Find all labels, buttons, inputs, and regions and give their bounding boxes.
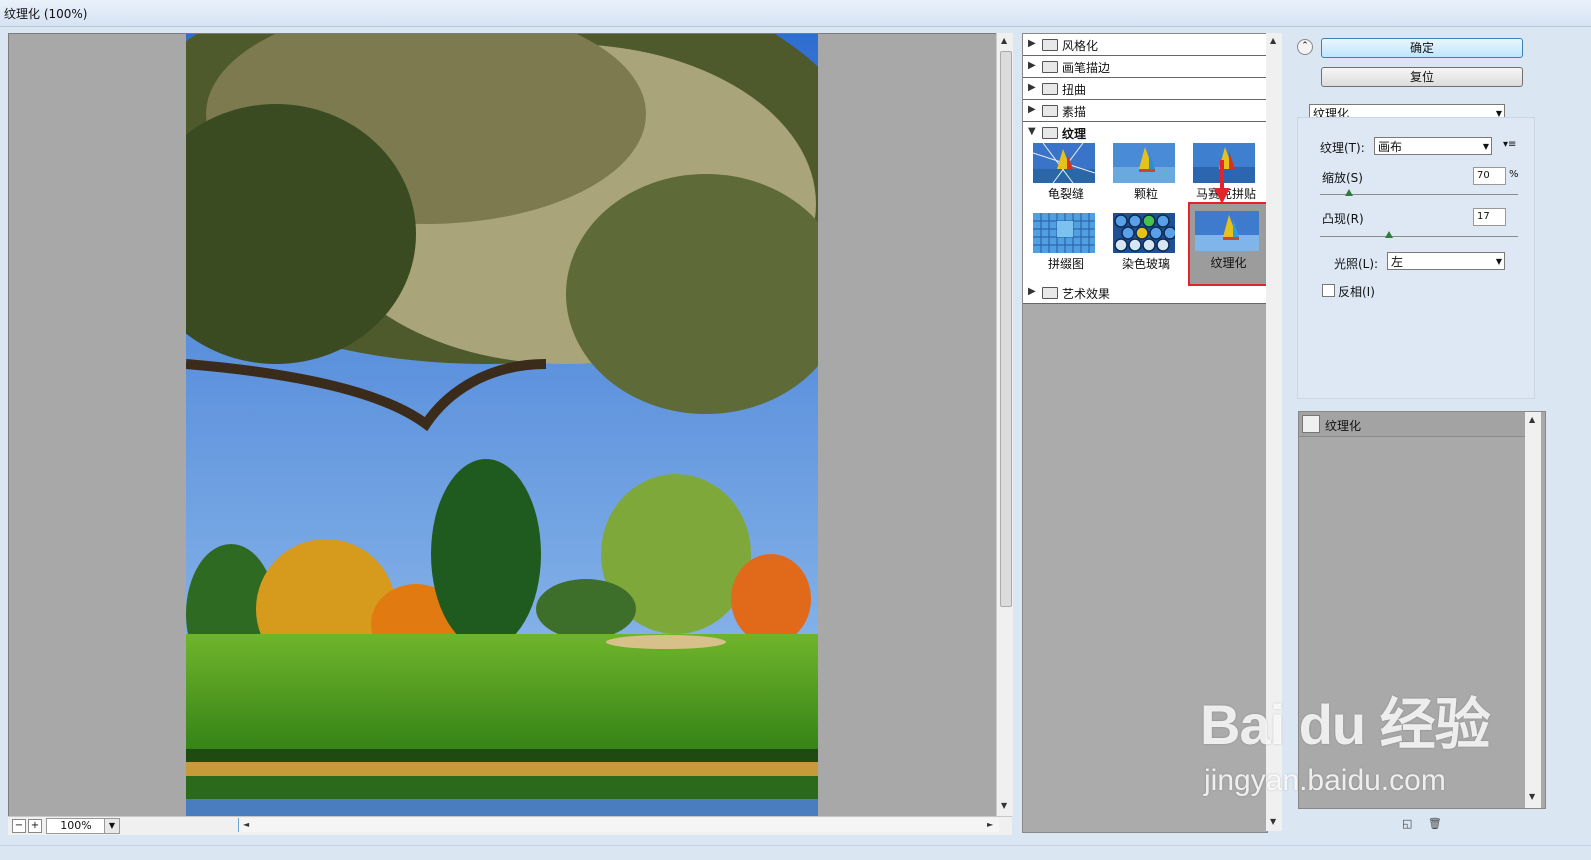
relief-slider-track[interactable] [1320, 236, 1518, 237]
folder-icon [1042, 287, 1058, 299]
title-bar: 纹理化 (100%) [0, 0, 1591, 27]
ok-button[interactable]: 确定 [1321, 38, 1523, 58]
new-effect-layer-icon[interactable]: ◱ [1402, 817, 1412, 830]
filter-stained-glass[interactable]: 染色玻璃 [1109, 213, 1175, 279]
light-select[interactable]: 左 ▼ [1387, 252, 1505, 270]
filter-patchwork[interactable]: 拼缀图 [1029, 213, 1095, 279]
filter-thumbnail [1033, 143, 1095, 183]
texture-select[interactable]: 画布 ▼ [1374, 137, 1492, 155]
landscape-image [186, 34, 818, 817]
window-title: 纹理化 (100%) [4, 7, 88, 21]
preview-photo [186, 34, 818, 817]
visibility-eye-icon[interactable] [1302, 415, 1320, 433]
scroll-down-icon[interactable]: ▼ [1529, 792, 1535, 801]
invert-checkbox[interactable] [1322, 284, 1335, 297]
filter-label: 纹理化 [1210, 256, 1247, 270]
relief-input[interactable]: 17 [1473, 208, 1506, 226]
preview-vertical-scrollbar[interactable]: ▲ ▼ [996, 33, 1013, 816]
category-texture[interactable]: ▼ 纹理 [1023, 122, 1267, 144]
scroll-down-icon[interactable]: ▼ [1270, 817, 1276, 826]
zoom-in-button[interactable]: + [28, 819, 42, 833]
filter-texturizer-selected[interactable]: 纹理化 [1188, 202, 1269, 286]
scroll-down-icon[interactable]: ▼ [1001, 801, 1007, 810]
reset-button[interactable]: 复位 [1321, 67, 1523, 87]
layer-actions: ◱ 🗑 [1402, 817, 1442, 830]
scroll-up-icon[interactable]: ▲ [1529, 415, 1535, 424]
red-arrow-annotation [1214, 160, 1230, 204]
category-stylize[interactable]: ▶ 风格化 [1023, 34, 1267, 56]
scroll-up-icon[interactable]: ▲ [1270, 36, 1276, 45]
relief-slider-knob[interactable] [1385, 231, 1393, 238]
expand-arrow-icon[interactable]: ▶ [1028, 104, 1036, 115]
expand-arrow-icon[interactable]: ▶ [1028, 60, 1036, 71]
collapse-arrow-icon[interactable]: ▼ [1028, 126, 1036, 137]
folder-icon [1042, 105, 1058, 117]
baidu-watermark: Bai du 经验 jingyan.baidu.com [1200, 680, 1510, 800]
filter-thumbnail [1113, 213, 1175, 253]
texturizer-options: 纹理(T): 画布 ▼ ▾≡ 缩放(S) 70 % 凸现(R) 17 光照(L):… [1297, 117, 1535, 399]
zoom-out-button[interactable]: − [12, 819, 26, 833]
watermark-logo: Bai du 经验 [1200, 693, 1491, 756]
chevron-down-icon: ▼ [1495, 257, 1502, 266]
zoom-level-field[interactable]: 100% [46, 818, 106, 834]
scroll-left-icon[interactable]: ◄ [243, 820, 249, 829]
texture-menu-icon[interactable]: ▾≡ [1503, 139, 1516, 150]
filter-grain[interactable]: 颗粒 [1109, 143, 1175, 209]
zoom-dropdown-icon[interactable]: ▼ [104, 818, 120, 834]
scroll-up-icon[interactable]: ▲ [1001, 36, 1007, 45]
collapse-gallery-icon[interactable]: ⌃ [1297, 39, 1313, 55]
watermark-url: jingyan.baidu.com [1204, 764, 1446, 797]
open-folder-icon [1042, 127, 1058, 139]
expand-arrow-icon[interactable]: ▶ [1028, 82, 1036, 93]
category-brush-strokes[interactable]: ▶ 画笔描边 [1023, 56, 1267, 78]
expand-arrow-icon[interactable]: ▶ [1028, 38, 1036, 49]
filter-thumbnail [1033, 213, 1095, 253]
folder-icon [1042, 61, 1058, 73]
folder-icon [1042, 83, 1058, 95]
effect-layer-row[interactable]: 纹理化 [1299, 412, 1525, 437]
folder-icon [1042, 39, 1058, 51]
category-sketch[interactable]: ▶ 素描 [1023, 100, 1267, 122]
filter-thumbnail [1195, 211, 1259, 251]
category-distort[interactable]: ▶ 扭曲 [1023, 78, 1267, 100]
layers-scrollbar[interactable]: ▲ ▼ [1525, 412, 1541, 808]
scroll-thumb[interactable] [1000, 51, 1012, 607]
window-bottom-edge [0, 845, 1591, 860]
preview-horizontal-scrollbar[interactable]: ◄ ► [238, 818, 999, 832]
preview-canvas[interactable] [8, 33, 998, 818]
scale-slider-knob[interactable] [1345, 189, 1353, 196]
chevron-down-icon: ▼ [1482, 142, 1489, 151]
filter-craquelure[interactable]: 龟裂缝 [1029, 143, 1095, 209]
delete-effect-layer-icon[interactable]: 🗑 [1428, 817, 1442, 830]
scroll-right-icon[interactable]: ► [987, 820, 993, 829]
scale-input[interactable]: 70 [1473, 167, 1506, 185]
expand-arrow-icon[interactable]: ▶ [1028, 286, 1036, 297]
preview-status-bar: − + 100% ▼ ◄ ► [8, 816, 1012, 835]
filter-thumbnail [1113, 143, 1175, 183]
